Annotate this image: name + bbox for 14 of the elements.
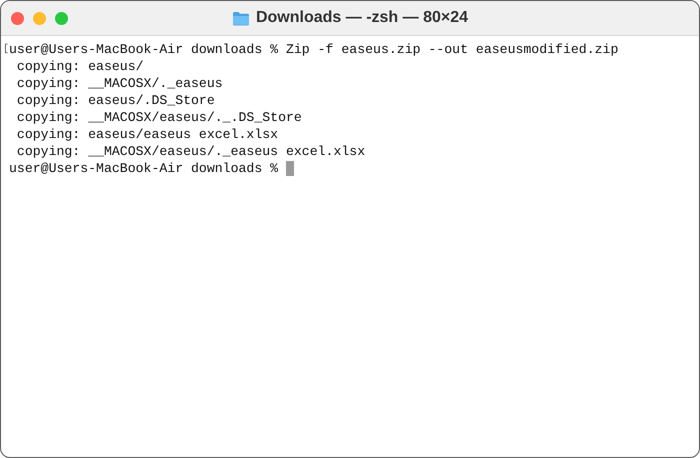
window-title: Downloads — -zsh — 80×24 xyxy=(256,9,468,27)
minimize-button[interactable] xyxy=(33,12,46,24)
terminal-line: copying: __MACOSX/easeus/._.DS_Store xyxy=(16,109,302,126)
terminal-line: copying: easeus/easeus excel.xlsx xyxy=(16,126,278,143)
terminal-line: user@Users-MacBook-Air downloads % xyxy=(9,160,280,177)
terminal-line: copying: __MACOSX/easeus/._easeus excel.xlsx xyxy=(16,143,366,160)
zoom-button[interactable] xyxy=(55,12,68,24)
folder-icon xyxy=(232,10,250,26)
close-button[interactable] xyxy=(11,12,24,24)
terminal-line: copying: easeus/.DS_Store xyxy=(16,92,215,109)
terminal-line: copying: __MACOSX/._easeus xyxy=(16,75,223,92)
mark-bracket: [ xyxy=(3,42,9,57)
terminal-line: copying: easeus/ xyxy=(16,58,144,75)
terminal-line: user@Users-MacBook-Air downloads % Zip -f easeus.zip --out easeusmodified.zip xyxy=(9,41,618,58)
